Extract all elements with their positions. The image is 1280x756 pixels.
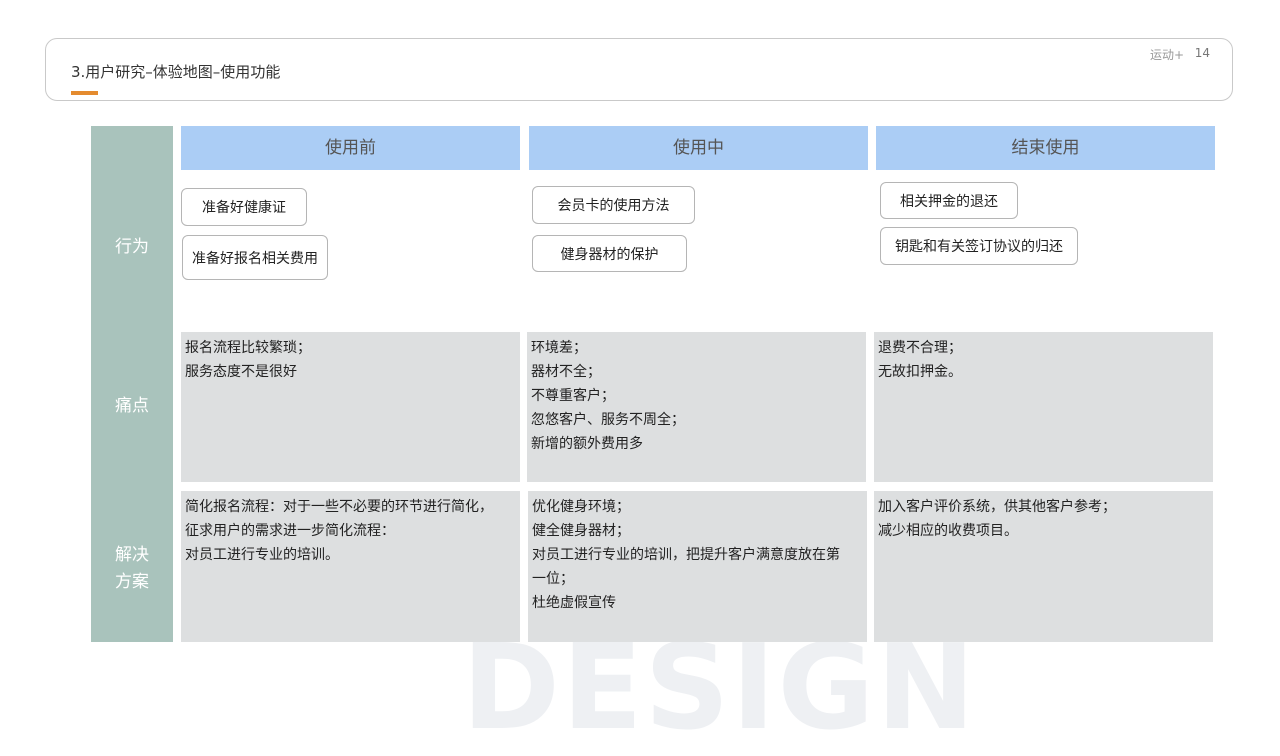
row-label-solution-line2: 方案 [115,572,149,592]
behavior-card: 钥匙和有关签订协议的归还 [880,227,1078,265]
behavior-card: 相关押金的退还 [880,182,1018,219]
pain-points-after-cell: 退费不合理； 无故扣押金。 [874,332,1213,482]
behavior-card: 健身器材的保护 [532,235,687,272]
solutions-after-cell: 加入客户评价系统，供其他客户参考； 减少相应的收费项目。 [874,491,1213,642]
pain-point-item: 忽悠客户、服务不周全； [531,412,685,428]
solution-item: 杜绝虚假宣传 [532,595,616,611]
pain-point-item: 环境差； [531,340,587,356]
design-watermark: DESIGN [462,618,978,756]
behavior-card: 会员卡的使用方法 [532,186,695,224]
title-underline [71,91,98,95]
pain-point-item: 器材不全； [531,364,601,380]
solutions-during-cell: 优化健身环境； 健全健身器材； 对员工进行专业的培训，把提升客户满意度放在第 一… [528,491,867,642]
page-title: 3.用户研究–体验地图–使用功能 [71,63,281,81]
pain-point-item: 退费不合理； [878,340,962,356]
solution-item: 优化健身环境； [532,499,630,515]
pain-points-before-cell: 报名流程比较繁琐； 服务态度不是很好 [181,332,520,482]
pain-point-item: 无故扣押金。 [878,364,962,380]
solution-item: 征求用户的需求进一步简化流程： [185,523,395,539]
solution-item: 健全健身器材； [532,523,630,539]
header-card: 3.用户研究–体验地图–使用功能 运动+ 14 [45,38,1233,101]
column-header-before: 使用前 [181,126,520,170]
solution-item: 一位； [532,571,574,587]
brand-label: 运动+ [1149,48,1184,62]
row-label-pain-points: 痛点 [115,396,149,416]
pain-point-item: 报名流程比较繁琐； [185,340,311,356]
pain-points-during-cell: 环境差； 器材不全； 不尊重客户； 忽悠客户、服务不周全； 新增的额外费用多 [527,332,866,482]
page-number: 14 [1194,46,1210,60]
pain-point-item: 不尊重客户； [531,388,615,404]
pain-point-item: 新增的额外费用多 [531,436,643,452]
solutions-before-cell: 简化报名流程：对于一些不必要的环节进行简化， 征求用户的需求进一步简化流程： 对… [181,491,520,642]
solution-item: 对员工进行专业的培训，把提升客户满意度放在第 [532,547,840,563]
column-header-during: 使用中 [529,126,868,170]
behavior-card: 准备好健康证 [181,188,307,226]
row-label-solution-line1: 解决 [115,545,149,565]
solution-item: 对员工进行专业的培训。 [185,547,339,563]
column-header-after: 结束使用 [876,126,1215,170]
row-label-column: 行为 痛点 解决 方案 [91,126,173,642]
solution-item: 加入客户评价系统，供其他客户参考； [878,499,1116,515]
solution-item: 减少相应的收费项目。 [878,523,1018,539]
solution-item: 简化报名流程：对于一些不必要的环节进行简化， [185,499,493,515]
pain-point-item: 服务态度不是很好 [185,364,297,380]
row-label-behavior: 行为 [115,237,149,257]
behavior-card: 准备好报名相关费用 [182,235,328,280]
